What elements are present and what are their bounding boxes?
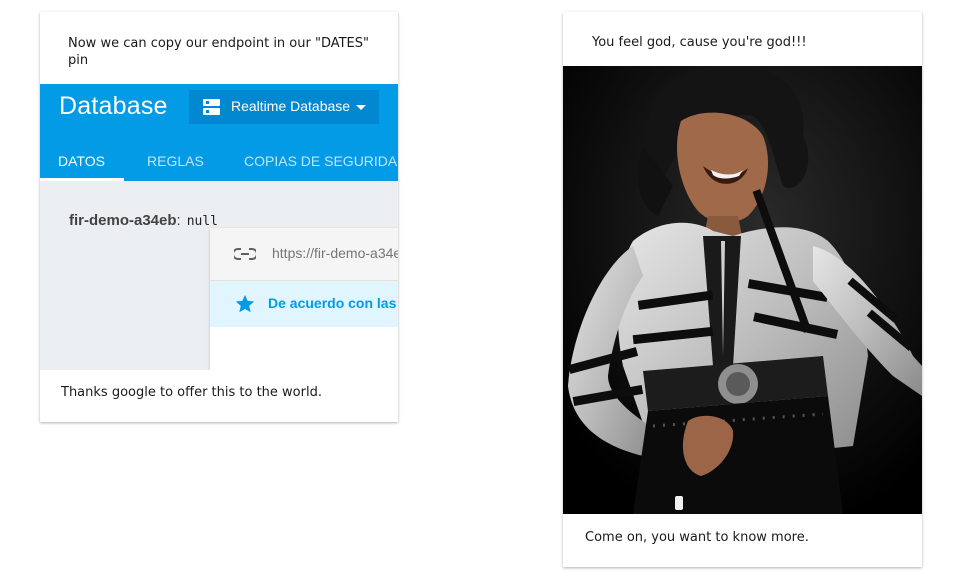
pin-card-firebase[interactable]: Now we can copy our endpoint in our "DAT…	[40, 12, 398, 422]
pin-card-photo[interactable]: You feel god, cause you're god!!! Come o…	[563, 12, 922, 567]
database-data-panel: https://fir-demo-a34e De acuerdo con las…	[210, 228, 398, 370]
pin-image-performer-photo[interactable]	[563, 66, 922, 514]
storage-icon	[203, 99, 220, 115]
star-icon	[235, 294, 255, 313]
database-url: https://fir-demo-a34e	[272, 245, 398, 261]
info-banner: De acuerdo con las re	[210, 281, 398, 327]
database-url-row: https://fir-demo-a34e	[210, 228, 398, 281]
pin-footer-text: Come on, you want to know more.	[585, 530, 809, 545]
firebase-header: Database Realtime Database DATOS REGLAS …	[40, 84, 398, 181]
tab-datos: DATOS	[58, 153, 105, 169]
database-root-node: fir-demo-a34eb: null	[69, 212, 218, 229]
pin-image-firebase-screenshot[interactable]: Database Realtime Database DATOS REGLAS …	[40, 84, 398, 370]
node-separator: :	[176, 212, 181, 229]
link-icon	[234, 248, 256, 260]
firebase-title: Database	[59, 92, 168, 120]
pin-footer-text: Thanks google to offer this to the world…	[61, 385, 322, 400]
database-selector: Realtime Database	[189, 90, 379, 124]
node-key: fir-demo-a34eb	[69, 212, 177, 229]
pin-description: Now we can copy our endpoint in our "DAT…	[68, 36, 369, 68]
tab-reglas: REGLAS	[147, 153, 204, 169]
active-tab-indicator	[40, 178, 124, 181]
info-banner-text: De acuerdo con las re	[268, 295, 398, 311]
tab-copias-de-seguridad: COPIAS DE SEGURIDAD	[244, 153, 398, 169]
node-value: null	[186, 214, 219, 229]
database-selector-label: Realtime Database	[231, 98, 351, 114]
performer-illustration	[563, 66, 922, 514]
chevron-down-icon	[356, 105, 366, 110]
pin-description: You feel god, cause you're god!!!	[592, 35, 807, 50]
